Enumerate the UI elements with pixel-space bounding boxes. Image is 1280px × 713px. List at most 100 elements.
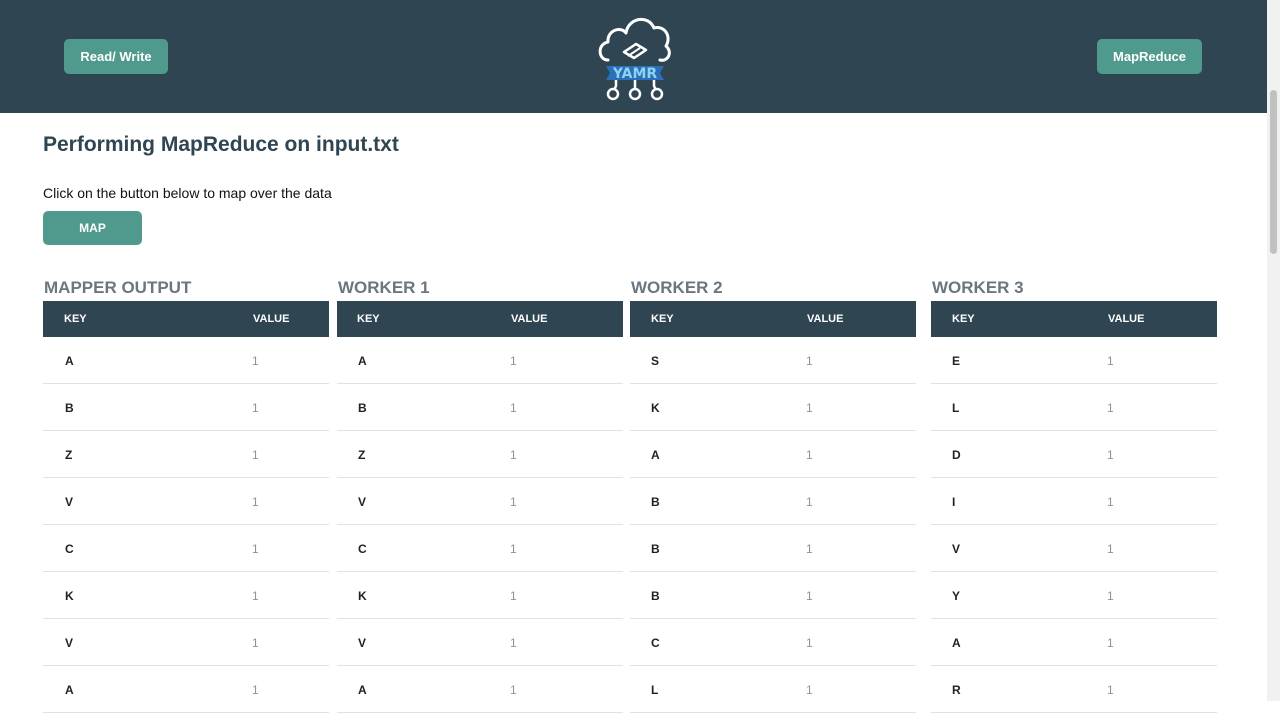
value-cell: 1 <box>510 401 517 415</box>
table-title: WORKER 3 <box>932 278 1024 297</box>
logo-text: YAMR <box>612 66 658 82</box>
table-header: KEY VALUE <box>630 301 916 337</box>
value-cell: 1 <box>1107 495 1114 509</box>
table-row: B1 <box>43 384 329 431</box>
key-cell: V <box>65 495 74 509</box>
instruction-text: Click on the button below to map over th… <box>43 185 332 201</box>
value-cell: 1 <box>510 683 517 697</box>
key-cell: B <box>651 589 660 603</box>
table-row: E1 <box>931 337 1217 384</box>
scroll-thumb[interactable] <box>1270 90 1277 254</box>
table-row: C1 <box>43 525 329 572</box>
key-column-header: KEY <box>64 313 87 325</box>
key-cell: V <box>358 495 367 509</box>
value-cell: 1 <box>806 683 813 697</box>
key-cell: A <box>358 683 367 697</box>
key-cell: I <box>952 495 956 509</box>
key-column-header: KEY <box>651 313 674 325</box>
key-cell: V <box>952 542 961 556</box>
map-button[interactable]: MAP <box>43 211 142 245</box>
key-column-header: KEY <box>952 313 975 325</box>
key-cell: L <box>952 401 960 415</box>
value-cell: 1 <box>1107 542 1114 556</box>
table-title: WORKER 2 <box>631 278 723 297</box>
value-cell: 1 <box>806 401 813 415</box>
table-title: MAPPER OUTPUT <box>44 278 192 297</box>
value-cell: 1 <box>1107 683 1114 697</box>
table-row: V1 <box>43 478 329 525</box>
key-cell: K <box>358 589 367 603</box>
key-cell: C <box>65 542 74 556</box>
key-cell: Z <box>65 448 73 462</box>
table-row: B1 <box>337 384 623 431</box>
value-cell: 1 <box>510 448 517 462</box>
worker-3-table: WORKER 3 KEY VALUE E1L1D1I1V1Y1A1R1 <box>931 278 1217 713</box>
value-cell: 1 <box>252 401 259 415</box>
table-header: KEY VALUE <box>43 301 329 337</box>
table-row: A1 <box>337 337 623 384</box>
key-cell: B <box>358 401 367 415</box>
mapper-output-table: MAPPER OUTPUT KEY VALUE A1B1Z1V1C1K1V1A1 <box>43 278 329 713</box>
table-row: B1 <box>630 478 916 525</box>
key-cell: C <box>358 542 367 556</box>
value-column-header: VALUE <box>253 313 290 325</box>
worker-2-table: WORKER 2 KEY VALUE S1K1A1B1B1B1C1L1 <box>630 278 916 713</box>
value-cell: 1 <box>1107 401 1114 415</box>
table-row: K1 <box>43 572 329 619</box>
value-cell: 1 <box>1107 354 1114 368</box>
table-row: C1 <box>630 619 916 666</box>
table-row: R1 <box>931 666 1217 713</box>
mapreduce-button[interactable]: MapReduce <box>1097 39 1202 74</box>
value-cell: 1 <box>806 542 813 556</box>
key-cell: D <box>952 448 961 462</box>
table-row: D1 <box>931 431 1217 478</box>
key-cell: A <box>358 354 367 368</box>
table-row: A1 <box>43 337 329 384</box>
app-header: Read/ Write YAMR MapReduce <box>0 0 1267 113</box>
worker-1-table: WORKER 1 KEY VALUE A1B1Z1V1C1K1V1A1 <box>337 278 623 713</box>
key-cell: V <box>358 636 367 650</box>
value-cell: 1 <box>1107 589 1114 603</box>
vertical-scrollbar[interactable] <box>1267 0 1280 701</box>
value-cell: 1 <box>1107 636 1114 650</box>
value-cell: 1 <box>252 636 259 650</box>
value-cell: 1 <box>252 683 259 697</box>
table-row: V1 <box>337 478 623 525</box>
table-row: A1 <box>630 431 916 478</box>
table-row: Y1 <box>931 572 1217 619</box>
key-cell: Z <box>358 448 366 462</box>
value-cell: 1 <box>252 354 259 368</box>
table-header: KEY VALUE <box>931 301 1217 337</box>
key-cell: K <box>651 401 660 415</box>
value-cell: 1 <box>1107 448 1114 462</box>
table-row: A1 <box>931 619 1217 666</box>
key-cell: B <box>651 495 660 509</box>
key-cell: B <box>65 401 74 415</box>
key-cell: Y <box>952 589 961 603</box>
value-cell: 1 <box>252 589 259 603</box>
key-column-header: KEY <box>357 313 380 325</box>
key-cell: A <box>651 448 660 462</box>
value-column-header: VALUE <box>807 313 844 325</box>
table-row: B1 <box>630 572 916 619</box>
value-cell: 1 <box>510 636 517 650</box>
table-header: KEY VALUE <box>337 301 623 337</box>
value-cell: 1 <box>510 589 517 603</box>
page-title: Performing MapReduce on input.txt <box>43 133 399 156</box>
table-row: V1 <box>337 619 623 666</box>
key-cell: L <box>651 683 659 697</box>
value-cell: 1 <box>510 495 517 509</box>
table-row: L1 <box>931 384 1217 431</box>
table-row: A1 <box>337 666 623 713</box>
value-cell: 1 <box>252 495 259 509</box>
value-cell: 1 <box>806 495 813 509</box>
key-cell: K <box>65 589 74 603</box>
value-cell: 1 <box>510 542 517 556</box>
table-row: C1 <box>337 525 623 572</box>
table-row: L1 <box>630 666 916 713</box>
yamr-logo-icon: YAMR <box>598 17 671 101</box>
read-write-button[interactable]: Read/ Write <box>64 39 168 74</box>
table-row: A1 <box>43 666 329 713</box>
value-cell: 1 <box>806 354 813 368</box>
value-column-header: VALUE <box>511 313 548 325</box>
